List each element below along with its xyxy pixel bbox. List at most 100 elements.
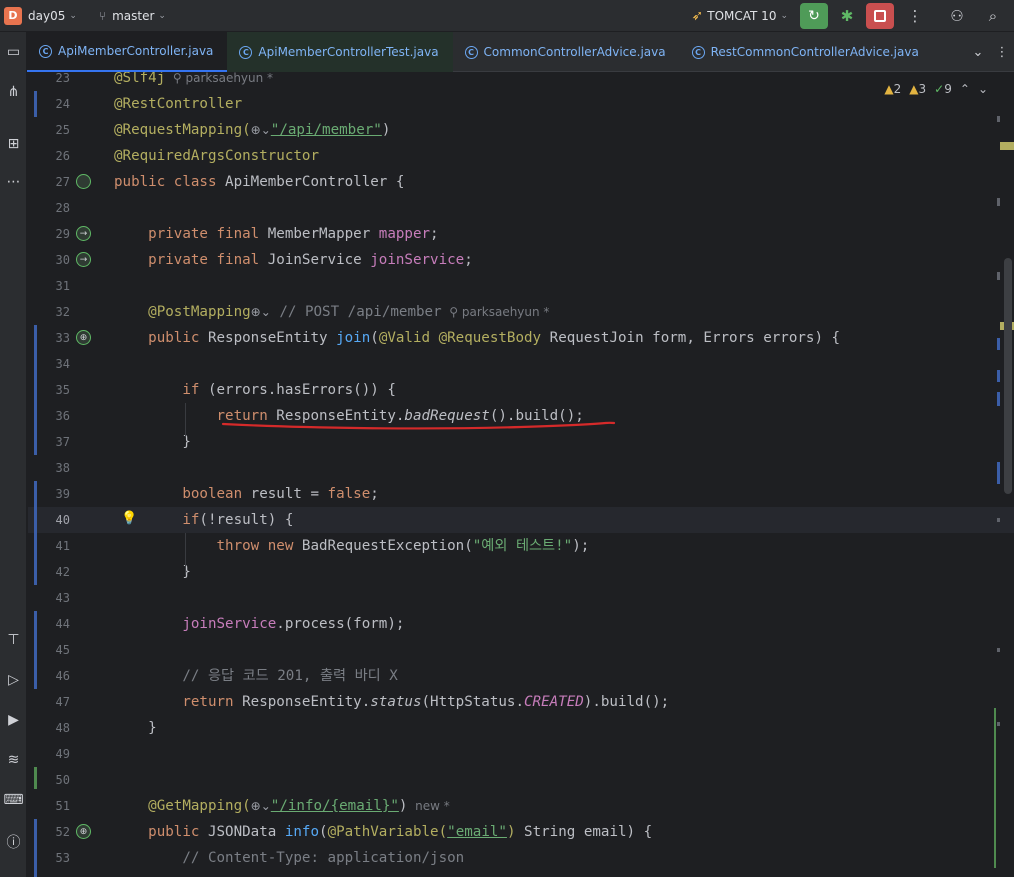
code-line[interactable]: 34	[28, 351, 1014, 377]
stop-button[interactable]	[866, 3, 894, 29]
autowired-icon[interactable]: →	[76, 252, 91, 267]
code-line[interactable]: 30 → private final JoinService joinServic…	[28, 247, 1014, 273]
project-badge[interactable]: D	[4, 6, 22, 25]
line-number[interactable]: 26	[28, 143, 70, 169]
tab-commoncontrolleradvice[interactable]: C CommonControllerAdvice.java	[453, 32, 680, 72]
line-number[interactable]: 43	[28, 585, 70, 611]
git-icon[interactable]: ⋔	[0, 84, 27, 100]
code-line[interactable]: 43	[28, 585, 1014, 611]
line-number[interactable]: 30	[28, 247, 70, 273]
code-line[interactable]: 40 💡 if(!result) {	[28, 507, 1014, 533]
code-token: @PathVariable(	[327, 824, 448, 840]
line-number[interactable]: 31	[28, 273, 70, 299]
autowired-icon[interactable]: →	[76, 226, 91, 241]
main-toolbar: D day05 ⌄ ⑂ master ⌄ ➶ TOMCAT 10 ⌄ ↻ ✱ ⋮…	[0, 0, 1014, 32]
code-token: ;	[464, 252, 473, 268]
web-endpoint-icon[interactable]: ⊕	[76, 330, 91, 345]
code-line[interactable]: 23 @Slf4j ⚲ parksaehyun *	[28, 72, 1014, 91]
error-stripe-mark	[997, 462, 1000, 484]
code-token: return	[114, 694, 243, 710]
git-branch-icon[interactable]: ⑂	[99, 9, 106, 23]
structure-icon[interactable]: ⊞	[0, 136, 27, 152]
tabs-dropdown-icon[interactable]: ⌄	[966, 45, 990, 60]
tab-label: RestCommonControllerAdvice.java	[710, 45, 919, 59]
web-endpoint-icon[interactable]: ⊕	[76, 824, 91, 839]
check-icon: ✓	[934, 82, 945, 96]
code-line[interactable]: 44 joinService.process(form);	[28, 611, 1014, 637]
tab-apimembercontroller[interactable]: C ApiMemberController.java	[27, 32, 228, 72]
build-icon[interactable]: ⊤	[0, 632, 27, 648]
services-icon[interactable]: ▷	[0, 672, 27, 688]
run-config-name[interactable]: TOMCAT 10	[707, 9, 776, 23]
code-line[interactable]: 52 ⊕ public JSONData info(@PathVariable("…	[28, 819, 1014, 845]
code-line[interactable]: 48 }	[28, 715, 1014, 741]
line-number[interactable]: 48	[28, 715, 70, 741]
chevron-down-icon[interactable]: ⌄	[158, 11, 166, 21]
code-line[interactable]: 39 boolean result = false;	[28, 481, 1014, 507]
line-number[interactable]: 28	[28, 195, 70, 221]
code-line[interactable]: 24 @RestController	[28, 91, 1014, 117]
code-token: RequestJoin form, Errors errors) {	[549, 330, 841, 346]
code-line[interactable]: 31	[28, 273, 1014, 299]
code-line[interactable]: 41 throw new BadRequestException("예외 테스트…	[28, 533, 1014, 559]
code-line[interactable]: 27 public class ApiMemberController {	[28, 169, 1014, 195]
vcs-added-marker	[34, 767, 37, 789]
chevron-down-icon[interactable]: ⌄	[780, 11, 788, 21]
more-vertical-icon[interactable]: ⋮	[900, 7, 930, 25]
code-line[interactable]: 25 @RequestMapping(⊕⌄"/api/member")	[28, 117, 1014, 143]
code-line[interactable]: 50	[28, 767, 1014, 793]
line-number[interactable]: 51	[28, 793, 70, 819]
code-line[interactable]: 49	[28, 741, 1014, 767]
code-text: private final MemberMapper mapper;	[114, 221, 438, 247]
run-icon[interactable]: ▶	[0, 712, 27, 728]
line-number[interactable]: 32	[28, 299, 70, 325]
rerun-button[interactable]: ↻	[800, 3, 828, 29]
code-line[interactable]: 42 }	[28, 559, 1014, 585]
spring-bean-icon[interactable]	[76, 174, 91, 189]
debug-button[interactable]: ✱	[834, 3, 860, 29]
line-number[interactable]: 27	[28, 169, 70, 195]
code-token: false	[327, 486, 371, 502]
chevron-down-icon[interactable]: ⌄	[978, 82, 988, 96]
line-number[interactable]: 38	[28, 455, 70, 481]
problems-icon[interactable]: ⓘ	[0, 832, 27, 852]
line-number[interactable]: 49	[28, 741, 70, 767]
vertical-scrollbar[interactable]	[1004, 258, 1012, 494]
line-number[interactable]: 25	[28, 117, 70, 143]
code-line[interactable]: 46 // 응답 코드 201, 출력 바디 X	[28, 663, 1014, 689]
code-line[interactable]: 51 @GetMapping(⊕⌄"/info/{email}") new *	[28, 793, 1014, 819]
line-number[interactable]: 23	[28, 72, 70, 91]
project-name[interactable]: day05	[28, 9, 65, 23]
code-line[interactable]: 37 }	[28, 429, 1014, 455]
code-token: info	[284, 824, 320, 840]
layers-icon[interactable]: ≋	[0, 752, 27, 768]
code-line[interactable]: 33 ⊕ public ResponseEntity join(@Valid @R…	[28, 325, 1014, 351]
folder-icon[interactable]: ▭	[0, 44, 27, 60]
tab-restcommoncontrolleradvice[interactable]: C RestCommonControllerAdvice.java	[680, 32, 933, 72]
code-line[interactable]: 28	[28, 195, 1014, 221]
search-icon[interactable]: ⌕	[978, 7, 1008, 25]
terminal-icon[interactable]: ⌨	[0, 792, 27, 808]
chevron-up-icon[interactable]: ⌃	[960, 82, 970, 96]
inspection-widget[interactable]: ▲2 ▲3 ✓9 ⌃ ⌄	[884, 82, 988, 96]
code-line[interactable]: 35 if (errors.hasErrors()) {	[28, 377, 1014, 403]
add-user-icon[interactable]: ⚇	[942, 7, 972, 25]
more-vertical-icon[interactable]: ⋮	[990, 45, 1014, 60]
more-horizontal-icon[interactable]: ⋯	[0, 174, 27, 190]
code-line[interactable]: 29 → private final MemberMapper mapper;	[28, 221, 1014, 247]
code-token: @RequiredArgsConstructor	[114, 148, 319, 164]
branch-name[interactable]: master	[112, 9, 154, 23]
code-line[interactable]: 45	[28, 637, 1014, 663]
line-number[interactable]: 29	[28, 221, 70, 247]
code-line[interactable]: 26 @RequiredArgsConstructor	[28, 143, 1014, 169]
code-line[interactable]: 53 // Content-Type: application/json	[28, 845, 1014, 871]
code-token: ⊕⌄	[250, 799, 271, 813]
code-editor[interactable]: ▲2 ▲3 ✓9 ⌃ ⌄ 23 @Slf4j ⚲ parksaehyun * 24 @…	[28, 72, 1014, 877]
code-line[interactable]: 38	[28, 455, 1014, 481]
line-number[interactable]: 47	[28, 689, 70, 715]
code-line[interactable]: 47 return ResponseEntity.status(HttpStat…	[28, 689, 1014, 715]
chevron-down-icon[interactable]: ⌄	[69, 11, 77, 21]
vcs-change-marker	[34, 91, 37, 117]
code-line[interactable]: 32 @PostMapping⊕⌄ // POST /api/member ⚲ …	[28, 299, 1014, 325]
tab-apimembercontrollertest[interactable]: C ApiMemberControllerTest.java	[227, 32, 453, 72]
